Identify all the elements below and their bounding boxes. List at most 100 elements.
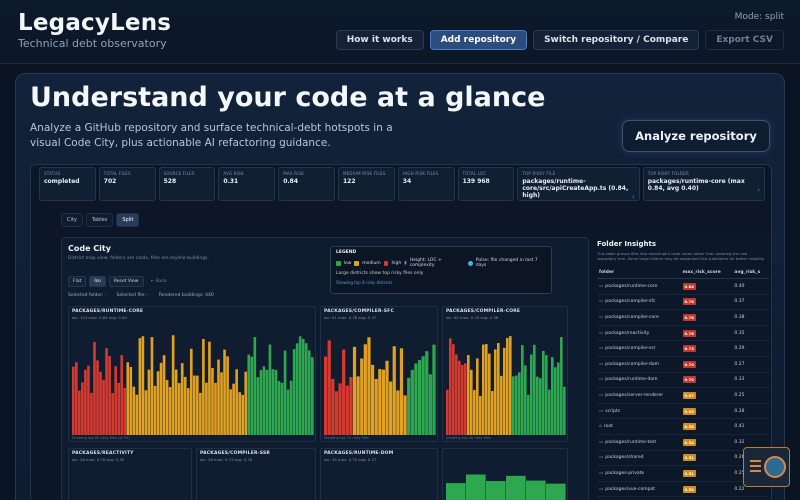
district-more[interactable]	[442, 448, 568, 500]
building[interactable]	[524, 365, 527, 435]
building[interactable]	[452, 344, 455, 435]
building[interactable]	[551, 357, 554, 435]
building[interactable]	[486, 481, 506, 500]
building[interactable]	[123, 387, 127, 435]
building[interactable]	[250, 356, 254, 435]
building[interactable]	[509, 336, 512, 435]
building[interactable]	[96, 360, 99, 435]
building[interactable]	[557, 362, 560, 435]
building[interactable]	[81, 382, 84, 435]
building[interactable]	[389, 381, 393, 435]
building[interactable]	[378, 369, 382, 435]
building[interactable]	[467, 355, 470, 435]
building[interactable]	[360, 358, 364, 435]
district-compiler-sfc[interactable]: PACKAGES/COMPILER-SFC loc: 51 max: 0.78 …	[320, 306, 438, 442]
export-csv-button[interactable]: Export CSV	[705, 30, 784, 50]
building[interactable]	[138, 338, 142, 435]
building[interactable]	[363, 344, 367, 435]
building[interactable]	[208, 341, 211, 435]
building[interactable]	[156, 371, 160, 435]
building[interactable]	[268, 344, 272, 435]
building[interactable]	[220, 372, 223, 435]
building[interactable]	[342, 349, 346, 435]
building[interactable]	[129, 366, 133, 435]
building[interactable]	[392, 346, 396, 435]
building[interactable]	[265, 369, 269, 435]
building[interactable]	[199, 392, 202, 435]
flat-view-button[interactable]: Flat	[68, 276, 87, 287]
building[interactable]	[560, 337, 563, 435]
building[interactable]	[214, 382, 217, 435]
building[interactable]	[196, 375, 199, 435]
building[interactable]	[84, 369, 87, 435]
building[interactable]	[117, 382, 120, 435]
building[interactable]	[494, 349, 497, 435]
building[interactable]	[512, 376, 515, 435]
building[interactable]	[72, 366, 75, 435]
building[interactable]	[256, 377, 260, 435]
table-row[interactable]: ▭ scripts 0.63 0.28	[597, 403, 769, 420]
building[interactable]	[90, 392, 93, 435]
building[interactable]	[476, 358, 479, 435]
building[interactable]	[310, 357, 314, 435]
building[interactable]	[506, 338, 509, 435]
back-button[interactable]: ← Back	[147, 277, 171, 286]
building[interactable]	[381, 369, 386, 435]
building[interactable]	[367, 337, 371, 435]
building[interactable]	[410, 369, 414, 435]
building[interactable]	[93, 342, 96, 435]
district-reactivity[interactable]: PACKAGES/REACTIVITY loc: 28 max: 0.76 av…	[68, 448, 192, 500]
col-max-risk[interactable]: max_risk_score	[680, 267, 733, 279]
building[interactable]	[482, 344, 485, 435]
building[interactable]	[352, 346, 357, 435]
building[interactable]	[75, 362, 78, 435]
building[interactable]	[271, 369, 275, 435]
building[interactable]	[396, 390, 400, 435]
building[interactable]	[141, 336, 145, 435]
building[interactable]	[536, 376, 539, 435]
building[interactable]	[223, 349, 226, 435]
reset-view-button[interactable]: Reset View	[108, 276, 144, 287]
building[interactable]	[253, 337, 257, 435]
tab-city[interactable]: City	[61, 213, 83, 227]
building[interactable]	[177, 383, 181, 435]
analyze-repository-button[interactable]: Analyze repository	[622, 120, 770, 152]
building[interactable]	[298, 336, 302, 435]
building[interactable]	[324, 356, 328, 435]
floating-assistant-button[interactable]	[743, 447, 790, 487]
building[interactable]	[385, 360, 389, 435]
building[interactable]	[165, 380, 169, 435]
building[interactable]	[548, 389, 551, 435]
building[interactable]	[135, 394, 139, 435]
building[interactable]	[102, 379, 105, 435]
building[interactable]	[159, 362, 163, 435]
building[interactable]	[217, 359, 220, 435]
building[interactable]	[521, 345, 524, 435]
stat-top-risky-file[interactable]: Top risky file packages/runtime-core/src…	[517, 167, 640, 201]
building[interactable]	[307, 350, 311, 435]
district-compiler-ssr[interactable]: PACKAGES/COMPILER-SSR loc: 26 max: 0.73 …	[196, 448, 316, 500]
building[interactable]	[327, 340, 331, 435]
building[interactable]	[526, 480, 546, 500]
district-compiler-core[interactable]: PACKAGES/COMPILER-CORE loc: 62 max: 0.78…	[442, 306, 568, 442]
building[interactable]	[193, 375, 196, 435]
building[interactable]	[491, 391, 494, 435]
table-row[interactable]: ▭ packages/compiler-dom 0.70 0.27	[597, 356, 769, 373]
building[interactable]	[349, 377, 353, 435]
building[interactable]	[425, 351, 429, 435]
building[interactable]	[87, 365, 90, 435]
building[interactable]	[473, 390, 476, 435]
building[interactable]	[374, 378, 378, 435]
building[interactable]	[99, 371, 102, 435]
building[interactable]	[446, 389, 449, 435]
building[interactable]	[241, 394, 245, 435]
building[interactable]	[455, 354, 458, 435]
building[interactable]	[464, 363, 467, 435]
building[interactable]	[238, 392, 241, 435]
building[interactable]	[485, 344, 488, 435]
building[interactable]	[449, 338, 452, 435]
add-repository-button[interactable]: Add repository	[429, 30, 528, 50]
iso-view-button[interactable]: Iso	[89, 276, 106, 287]
building[interactable]	[527, 394, 530, 435]
building[interactable]	[407, 377, 411, 435]
